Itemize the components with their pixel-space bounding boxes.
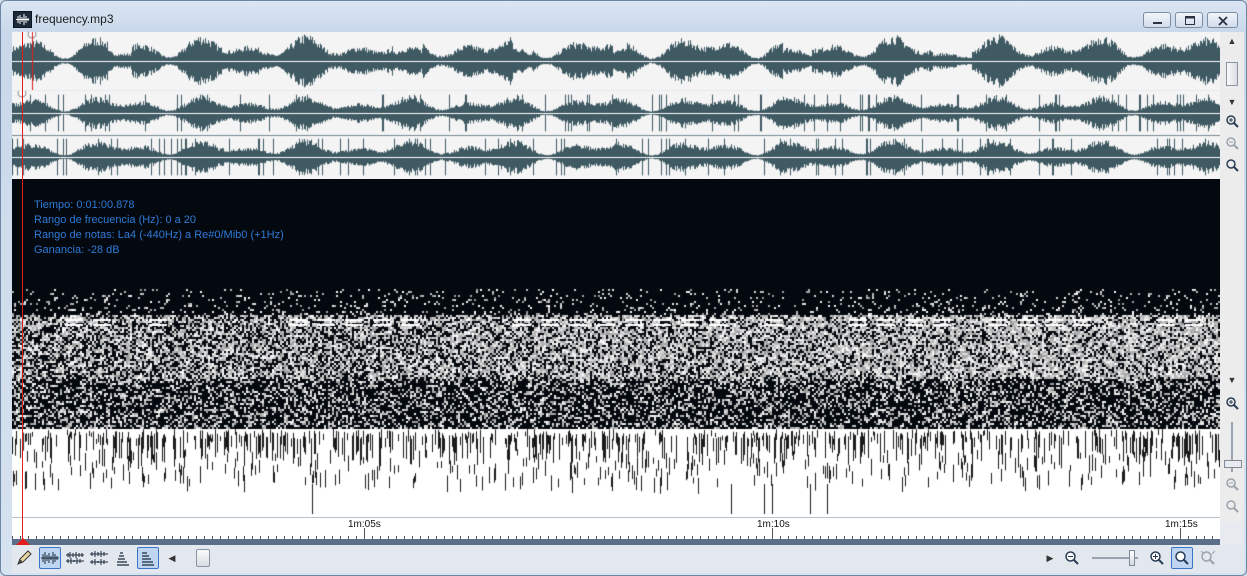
horizontal-scroll-thumb[interactable] — [196, 549, 210, 567]
zoom-in-button[interactable] — [1146, 547, 1168, 569]
bottom-toolbar: ◀ ▶ — [12, 545, 1244, 573]
vertical-scroll-thumb[interactable] — [1223, 62, 1241, 86]
zoom-in-vertical-icon[interactable] — [1223, 112, 1241, 130]
pencil-tool-button[interactable] — [13, 547, 35, 569]
split-view-icon — [90, 551, 108, 565]
spectrogram-info: Tiempo: 0:01:00.878 Rango de frecuencia … — [34, 198, 284, 258]
zoom-selection-icon — [1175, 551, 1189, 565]
stereo-view-button[interactable] — [64, 547, 86, 569]
zoom-out-vertical-icon[interactable] — [1223, 134, 1241, 152]
zoom-reset-vertical-icon[interactable] — [1223, 156, 1241, 174]
scroll-down-arrow-icon[interactable]: ▼ — [1223, 93, 1241, 111]
spectral-view-icon — [117, 552, 129, 566]
detail-waveform[interactable] — [12, 91, 1220, 179]
time-label: 1m:10s — [757, 519, 790, 530]
minimize-button[interactable] — [1143, 12, 1171, 28]
zoom-out-button[interactable] — [1061, 547, 1083, 569]
playhead-line[interactable] — [22, 32, 23, 545]
spectrogram-view-button[interactable] — [137, 547, 159, 569]
zoom-slider[interactable] — [1129, 550, 1135, 566]
zoom-fit-icon — [1200, 550, 1216, 565]
spec-zoom-thumb[interactable] — [1224, 460, 1242, 468]
zoom-fit-button[interactable] — [1197, 547, 1219, 569]
pencil-icon — [17, 550, 32, 565]
ruler-ticks — [12, 528, 1213, 540]
time-label: 1m:15s — [1165, 519, 1198, 530]
maximize-icon — [1185, 16, 1195, 25]
info-time: Tiempo: 0:01:00.878 — [34, 199, 135, 211]
window-title: frequency.mp3 — [35, 12, 114, 26]
spec-zoom-fit-icon[interactable] — [1223, 497, 1241, 515]
app-window: frequency.mp3 Tiempo: 0:01:00.878 Rango … — [0, 0, 1247, 576]
editor-area: Tiempo: 0:01:00.878 Rango de frecuencia … — [12, 32, 1244, 573]
spec-zoom-in-icon[interactable] — [1223, 394, 1241, 412]
close-icon — [1218, 16, 1228, 26]
vertical-controls: ▲ ▼ ▼ — [1220, 32, 1244, 522]
waveform-view-button[interactable] — [39, 547, 61, 569]
info-gain: Ganancia: -28 dB — [34, 244, 120, 256]
title-bar: frequency.mp3 — [1, 1, 1246, 31]
time-label: 1m:05s — [348, 519, 381, 530]
spectrogram-view-icon — [142, 552, 154, 566]
scroll-left-arrow-icon[interactable]: ◀ — [164, 547, 180, 569]
zoom-out-icon — [1065, 551, 1079, 565]
spectral-view-button[interactable] — [112, 547, 134, 569]
maximize-button[interactable] — [1175, 12, 1203, 28]
close-button[interactable] — [1207, 12, 1238, 28]
scroll-right-arrow-icon[interactable]: ▶ — [1042, 547, 1058, 569]
split-view-button[interactable] — [88, 547, 110, 569]
zoom-selection-button[interactable] — [1171, 547, 1193, 569]
playhead-marker-icon[interactable] — [16, 538, 30, 545]
waveform-view-icon — [41, 552, 59, 564]
spec-scroll-down-arrow-icon[interactable]: ▼ — [1223, 371, 1241, 389]
minimize-icon — [1153, 22, 1162, 24]
info-frequency-range: Rango de frecuencia (Hz): 0 a 20 — [34, 214, 197, 226]
spec-zoom-out-icon[interactable] — [1223, 475, 1241, 493]
waveform-app-icon — [13, 11, 32, 28]
stereo-view-icon — [66, 552, 84, 564]
overview-waveform[interactable] — [12, 32, 1220, 90]
time-ruler[interactable]: 1m:05s 1m:10s 1m:15s — [12, 517, 1220, 540]
info-note-range: Rango de notas: La4 (-440Hz) a Re#0/Mib0… — [34, 229, 284, 241]
scroll-up-arrow-icon[interactable]: ▲ — [1223, 32, 1241, 50]
zoom-in-icon — [1150, 551, 1164, 565]
